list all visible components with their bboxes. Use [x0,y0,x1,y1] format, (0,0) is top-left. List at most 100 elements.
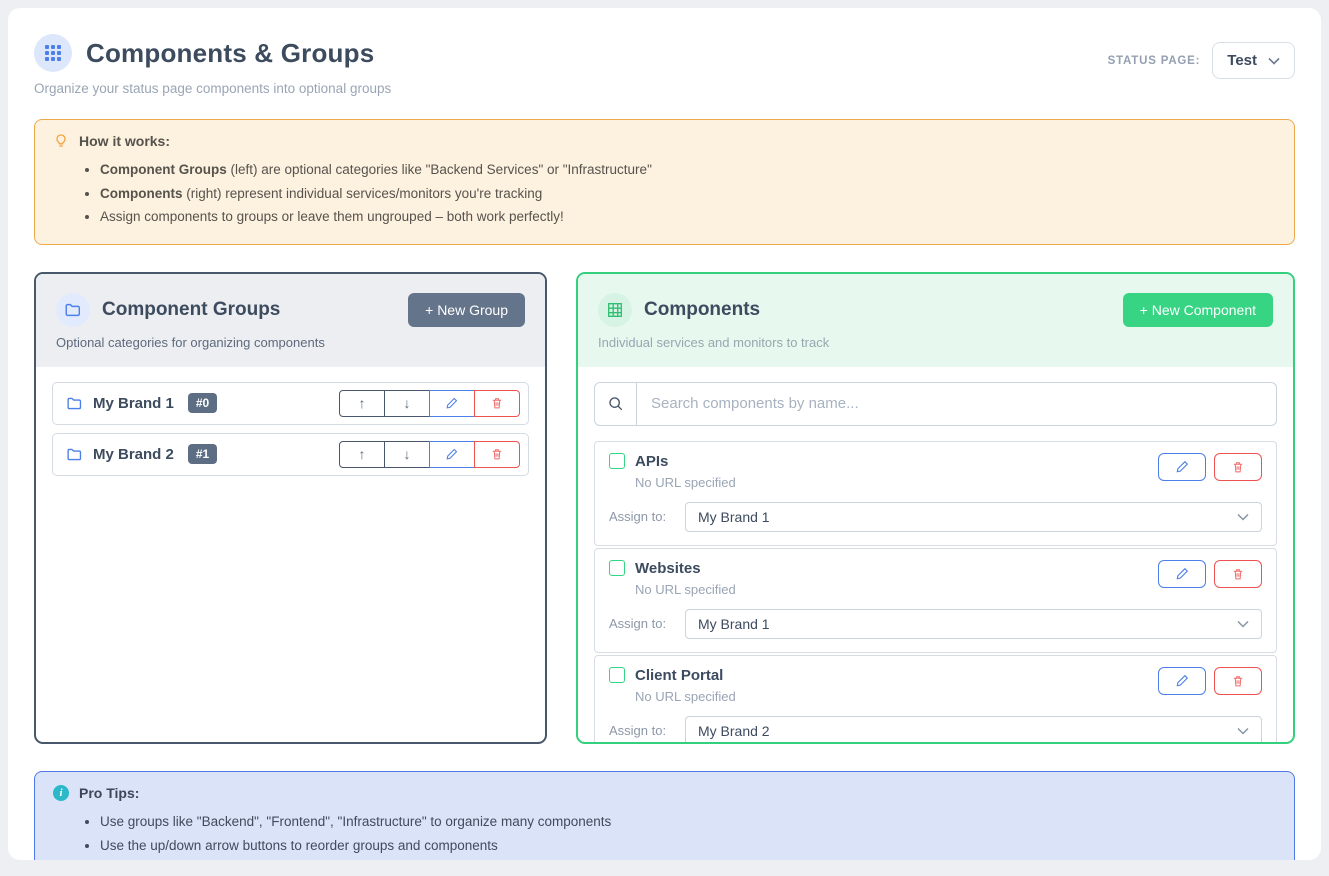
components-panel-header: Components + New Component Individual se… [578,274,1293,367]
search-icon [594,382,636,426]
trash-icon [1231,567,1245,581]
component-url-text: No URL specified [635,689,736,704]
assign-to-label: Assign to: [609,723,685,738]
delete-component-button[interactable] [1214,667,1262,695]
move-down-button[interactable]: ↓ [384,390,430,417]
folder-icon [66,446,83,463]
components-panel: Components + New Component Individual se… [576,272,1295,744]
pencil-icon [1175,566,1190,581]
assign-group-select[interactable]: My Brand 1 [685,609,1262,639]
status-page-label: STATUS PAGE: [1108,55,1201,67]
arrow-down-icon: ↓ [404,395,411,411]
pro-tips-list: Use groups like "Backend", "Frontend", "… [100,810,1276,860]
folder-icon [56,293,90,327]
assigned-group-value: My Brand 1 [698,616,770,632]
folder-icon [66,395,83,412]
component-name: Client Portal [635,667,723,684]
how-it-works-box: How it works: Component Groups (left) ar… [34,119,1295,245]
pencil-icon [1175,673,1190,688]
delete-component-button[interactable] [1214,560,1262,588]
arrow-down-icon: ↓ [404,446,411,462]
group-name: My Brand 1 [93,395,174,412]
arrow-up-icon: ↑ [359,446,366,462]
component-name: Websites [635,560,701,577]
group-order-badge: #0 [188,393,217,413]
trash-icon [490,447,504,461]
assign-group-select[interactable]: My Brand 1 [685,502,1262,532]
component-checkbox[interactable] [609,667,625,683]
groups-panel-title: Component Groups [102,299,280,321]
group-row: My Brand 1 #0 ↑ ↓ [52,382,529,425]
component-checkbox[interactable] [609,560,625,576]
component-groups-panel: Component Groups + New Group Optional ca… [34,272,547,744]
how-bullet: Assign components to groups or leave the… [100,205,1276,229]
group-order-badge: #1 [188,444,217,464]
components-panel-subtitle: Individual services and monitors to trac… [598,335,1273,350]
group-row: My Brand 2 #1 ↑ ↓ [52,433,529,476]
page-header: Components & Groups Organize your status… [34,34,1295,96]
groups-list: My Brand 1 #0 ↑ ↓ My Brand 2 #1 [36,367,545,499]
header-left: Components & Groups Organize your status… [34,34,391,96]
assigned-group-value: My Brand 2 [698,723,770,739]
assigned-group-value: My Brand 1 [698,509,770,525]
how-bullet: Component Groups (left) are optional cat… [100,158,1276,182]
pencil-icon [445,396,459,410]
chevron-down-icon [1237,727,1249,735]
group-name: My Brand 2 [93,446,174,463]
edit-component-button[interactable] [1158,453,1206,481]
how-it-works-list: Component Groups (left) are optional cat… [100,158,1276,229]
components-list: APIs No URL specified Assign to: My Bran… [578,367,1293,744]
info-icon: i [53,785,69,801]
trash-icon [490,396,504,410]
pro-tips-title: Pro Tips: [79,785,139,801]
lightbulb-icon [53,133,69,149]
edit-component-button[interactable] [1158,560,1206,588]
delete-group-button[interactable] [474,390,520,417]
new-component-button[interactable]: + New Component [1123,293,1273,327]
how-bullet: Components (right) represent individual … [100,182,1276,206]
status-page-value: Test [1227,52,1257,69]
pro-tip-bullet: Use groups like "Backend", "Frontend", "… [100,810,1276,834]
grid-table-icon [598,293,632,327]
page-title: Components & Groups [86,38,374,69]
edit-group-button[interactable] [429,390,475,417]
pro-tip-bullet: Components without a group will appear i… [100,857,1276,860]
pro-tip-bullet: Use the up/down arrow buttons to reorder… [100,834,1276,858]
chevron-down-icon [1268,57,1280,65]
assign-to-label: Assign to: [609,616,685,631]
chevron-down-icon [1237,513,1249,521]
edit-group-button[interactable] [429,441,475,468]
components-grid-icon [34,34,72,72]
pencil-icon [445,447,459,461]
components-search [594,382,1277,426]
assign-group-select[interactable]: My Brand 2 [685,716,1262,744]
search-components-input[interactable] [636,382,1277,426]
move-down-button[interactable]: ↓ [384,441,430,468]
assign-to-label: Assign to: [609,509,685,524]
edit-component-button[interactable] [1158,667,1206,695]
arrow-up-icon: ↑ [359,395,366,411]
pro-tips-box: i Pro Tips: Use groups like "Backend", "… [34,771,1295,860]
component-checkbox[interactable] [609,453,625,469]
move-up-button[interactable]: ↑ [339,390,385,417]
trash-icon [1231,460,1245,474]
component-card: APIs No URL specified Assign to: My Bran… [594,441,1277,546]
how-it-works-title: How it works: [79,133,170,149]
component-url-text: No URL specified [635,475,736,490]
page-card: Components & Groups Organize your status… [8,8,1321,860]
page-subtitle: Organize your status page components int… [34,81,391,96]
new-group-button[interactable]: + New Group [408,293,525,327]
component-card: Websites No URL specified Assign to: My … [594,548,1277,653]
groups-panel-subtitle: Optional categories for organizing compo… [56,335,525,350]
trash-icon [1231,674,1245,688]
status-page-selector: STATUS PAGE: Test [1108,42,1295,79]
delete-group-button[interactable] [474,441,520,468]
delete-component-button[interactable] [1214,453,1262,481]
move-up-button[interactable]: ↑ [339,441,385,468]
components-panel-title: Components [644,299,760,321]
component-card: Client Portal No URL specified Assign to… [594,655,1277,744]
status-page-dropdown[interactable]: Test [1212,42,1295,79]
pencil-icon [1175,459,1190,474]
component-name: APIs [635,453,668,470]
chevron-down-icon [1237,620,1249,628]
